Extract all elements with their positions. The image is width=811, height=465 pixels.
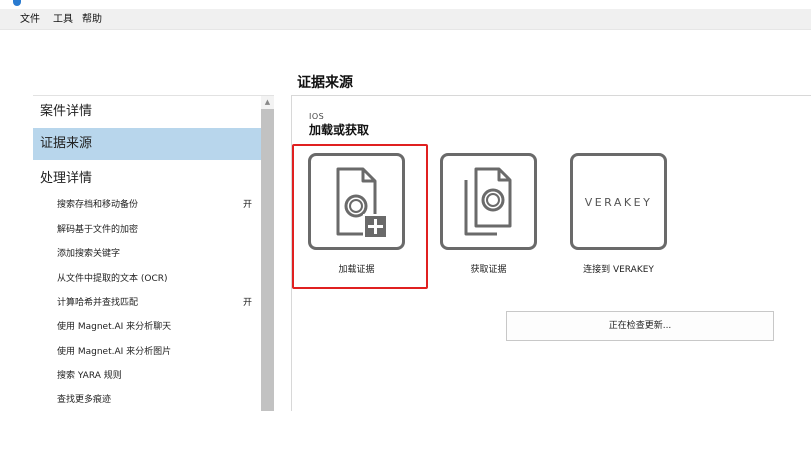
sub-item-ocr[interactable]: 从文件中提取的文本 (OCR) xyxy=(57,273,257,285)
sidebar-item-processing-details[interactable]: 处理详情 xyxy=(33,163,261,195)
check-updates-button[interactable]: 正在检查更新... xyxy=(506,311,774,341)
menu-tools[interactable]: 工具 xyxy=(53,14,73,26)
sub-item-ai-chat[interactable]: 使用 Magnet.AI 来分析聊天 xyxy=(57,321,257,333)
sidebar-item-case-details[interactable]: 案件详情 xyxy=(33,96,261,128)
menu-file[interactable]: 文件 xyxy=(20,14,40,26)
acquire-evidence-icon xyxy=(464,167,512,236)
acquire-evidence-tile[interactable] xyxy=(440,153,537,250)
load-evidence-icon xyxy=(336,167,388,239)
sub-item-state: 开 xyxy=(243,298,253,308)
sub-item-state: 开 xyxy=(243,200,253,210)
load-evidence-label[interactable]: 加载证据 xyxy=(308,262,405,275)
platform-label: IOS xyxy=(309,112,325,121)
sub-item-add-keywords[interactable]: 添加搜索关键字 xyxy=(57,248,257,260)
sub-item-more-artifacts[interactable]: 查找更多痕迹 xyxy=(57,394,257,406)
sidebar: 案件详情 证据来源 处理详情 搜索存档和移动备份 开 解码基于文件的加密 添加搜… xyxy=(33,95,274,411)
load-evidence-tile[interactable] xyxy=(308,153,405,250)
sidebar-scrollbar[interactable]: ▲ xyxy=(261,96,274,411)
sub-item-yara[interactable]: 搜索 YARA 规则 xyxy=(57,370,257,382)
scroll-up-arrow-icon[interactable]: ▲ xyxy=(261,96,274,109)
menu-bar: 文件 工具 帮助 xyxy=(0,9,811,30)
scroll-thumb[interactable] xyxy=(261,109,274,411)
svg-text:VERAKEY: VERAKEY xyxy=(585,196,653,209)
menu-help[interactable]: 帮助 xyxy=(82,14,102,26)
app-icon xyxy=(13,0,21,6)
title-bar xyxy=(0,0,811,9)
verakey-tile[interactable]: VERAKEY xyxy=(570,153,667,250)
verakey-logo: VERAKEY xyxy=(585,196,653,209)
sub-item-hash-match[interactable]: 计算哈希并查找匹配 xyxy=(57,297,257,309)
sub-item-ai-pictures[interactable]: 使用 Magnet.AI 来分析图片 xyxy=(57,346,257,358)
section-title: 加载或获取 xyxy=(309,123,370,137)
sub-item-search-archives[interactable]: 搜索存档和移动备份 xyxy=(57,199,257,211)
sidebar-item-evidence-sources[interactable]: 证据来源 xyxy=(33,128,261,160)
verakey-label[interactable]: 连接到 VERAKEY xyxy=(562,262,675,275)
acquire-evidence-label[interactable]: 获取证据 xyxy=(440,262,537,275)
page-title: 证据来源 xyxy=(297,75,353,91)
sub-item-decode-fbe[interactable]: 解码基于文件的加密 xyxy=(57,224,257,236)
